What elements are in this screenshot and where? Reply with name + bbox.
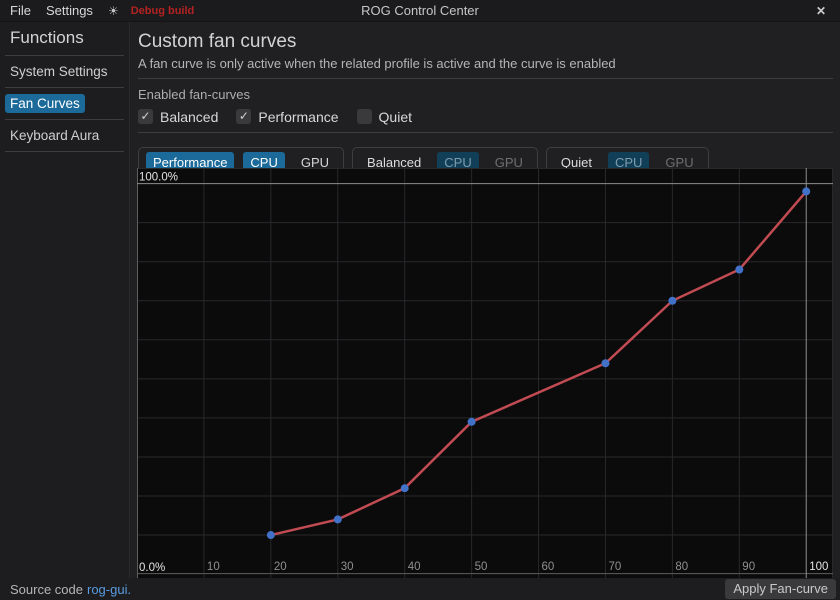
x-tick-label: 90 [742, 561, 755, 573]
debug-build-label: Debug build [131, 5, 195, 17]
x-tick-label: 20 [274, 561, 287, 573]
bottom-bar: Source code rog-gui. Apply Fan-curve [0, 578, 840, 600]
sidebar-separator [5, 151, 124, 152]
x-tick-label: 80 [675, 561, 688, 573]
enabled-fan-curves-label: Enabled fan-curves [138, 87, 833, 102]
checkbox-quiet[interactable]: Quiet [357, 109, 412, 125]
curve-point-30[interactable] [334, 515, 342, 523]
sidebar-list: System Settings Fan Curves Keyboard Aura [0, 56, 129, 152]
sidebar-item-fan-curves[interactable]: Fan Curves [0, 88, 129, 119]
curve-point-90[interactable] [735, 266, 743, 274]
apply-fan-curve-button[interactable]: Apply Fan-curve [725, 579, 836, 599]
curve-point-100[interactable] [802, 187, 810, 195]
checked-box-icon[interactable]: ✓ [138, 109, 153, 124]
sidebar-item-label: Keyboard Aura [10, 128, 99, 143]
sidebar-item-label: System Settings [10, 64, 108, 79]
x-tick-label: 10 [207, 561, 220, 573]
theme-toggle-sun-icon[interactable]: ☀ [108, 4, 119, 18]
checkbox-label: Quiet [379, 109, 412, 125]
curve-point-70[interactable] [601, 359, 609, 367]
title-bar: File Settings ☀ Debug build ROG Control … [0, 0, 840, 22]
sidebar-heading: Functions [0, 22, 129, 55]
checkbox-label: Balanced [160, 109, 218, 125]
enabled-checkbox-row: ✓ Balanced ✓ Performance Quiet [138, 108, 833, 125]
separator [138, 132, 833, 133]
x-tick-label: 70 [608, 561, 621, 573]
checkbox-label: Performance [258, 109, 338, 125]
source-code-label: Source code [10, 582, 83, 597]
x-tick-label: 100 [809, 561, 828, 573]
checkbox-performance[interactable]: ✓ Performance [236, 109, 338, 125]
curve-point-20[interactable] [267, 531, 275, 539]
separator [138, 78, 833, 79]
window-title: ROG Control Center [0, 3, 840, 18]
fan-curve-chart[interactable]: 10 20 30 40 50 60 70 80 90 100 0.0% 100.0% [137, 168, 833, 578]
checked-box-icon[interactable]: ✓ [236, 109, 251, 124]
menu-file[interactable]: File [10, 3, 31, 18]
x-tick-label: 40 [408, 561, 421, 573]
rog-gui-link[interactable]: rog-gui. [87, 582, 131, 597]
sidebar-item-system-settings[interactable]: System Settings [0, 56, 129, 87]
curve-point-40[interactable] [401, 484, 409, 492]
close-icon[interactable]: ✕ [812, 3, 830, 19]
unchecked-box-icon[interactable] [357, 109, 372, 124]
x-tick-label: 50 [475, 561, 488, 573]
checkbox-balanced[interactable]: ✓ Balanced [138, 109, 218, 125]
x-tick-label: 60 [542, 561, 555, 573]
page-title: Custom fan curves [138, 31, 833, 53]
menu-settings[interactable]: Settings [46, 3, 93, 18]
fan-curve-plot[interactable]: 10 20 30 40 50 60 70 80 90 100 0.0% 100.0% [137, 168, 833, 578]
x-tick-label: 30 [341, 561, 354, 573]
page-subtitle: A fan curve is only active when the rela… [138, 56, 833, 71]
sidebar: Functions System Settings Fan Curves Keybo… [0, 22, 130, 578]
sidebar-item-keyboard-aura[interactable]: Keyboard Aura [0, 120, 129, 151]
curve-point-80[interactable] [668, 297, 676, 305]
sidebar-item-label: Fan Curves [5, 94, 85, 113]
y-axis-label: 0.0% [139, 562, 165, 574]
curve-point-50[interactable] [468, 418, 476, 426]
y-axis-label: 100.0% [139, 172, 178, 184]
